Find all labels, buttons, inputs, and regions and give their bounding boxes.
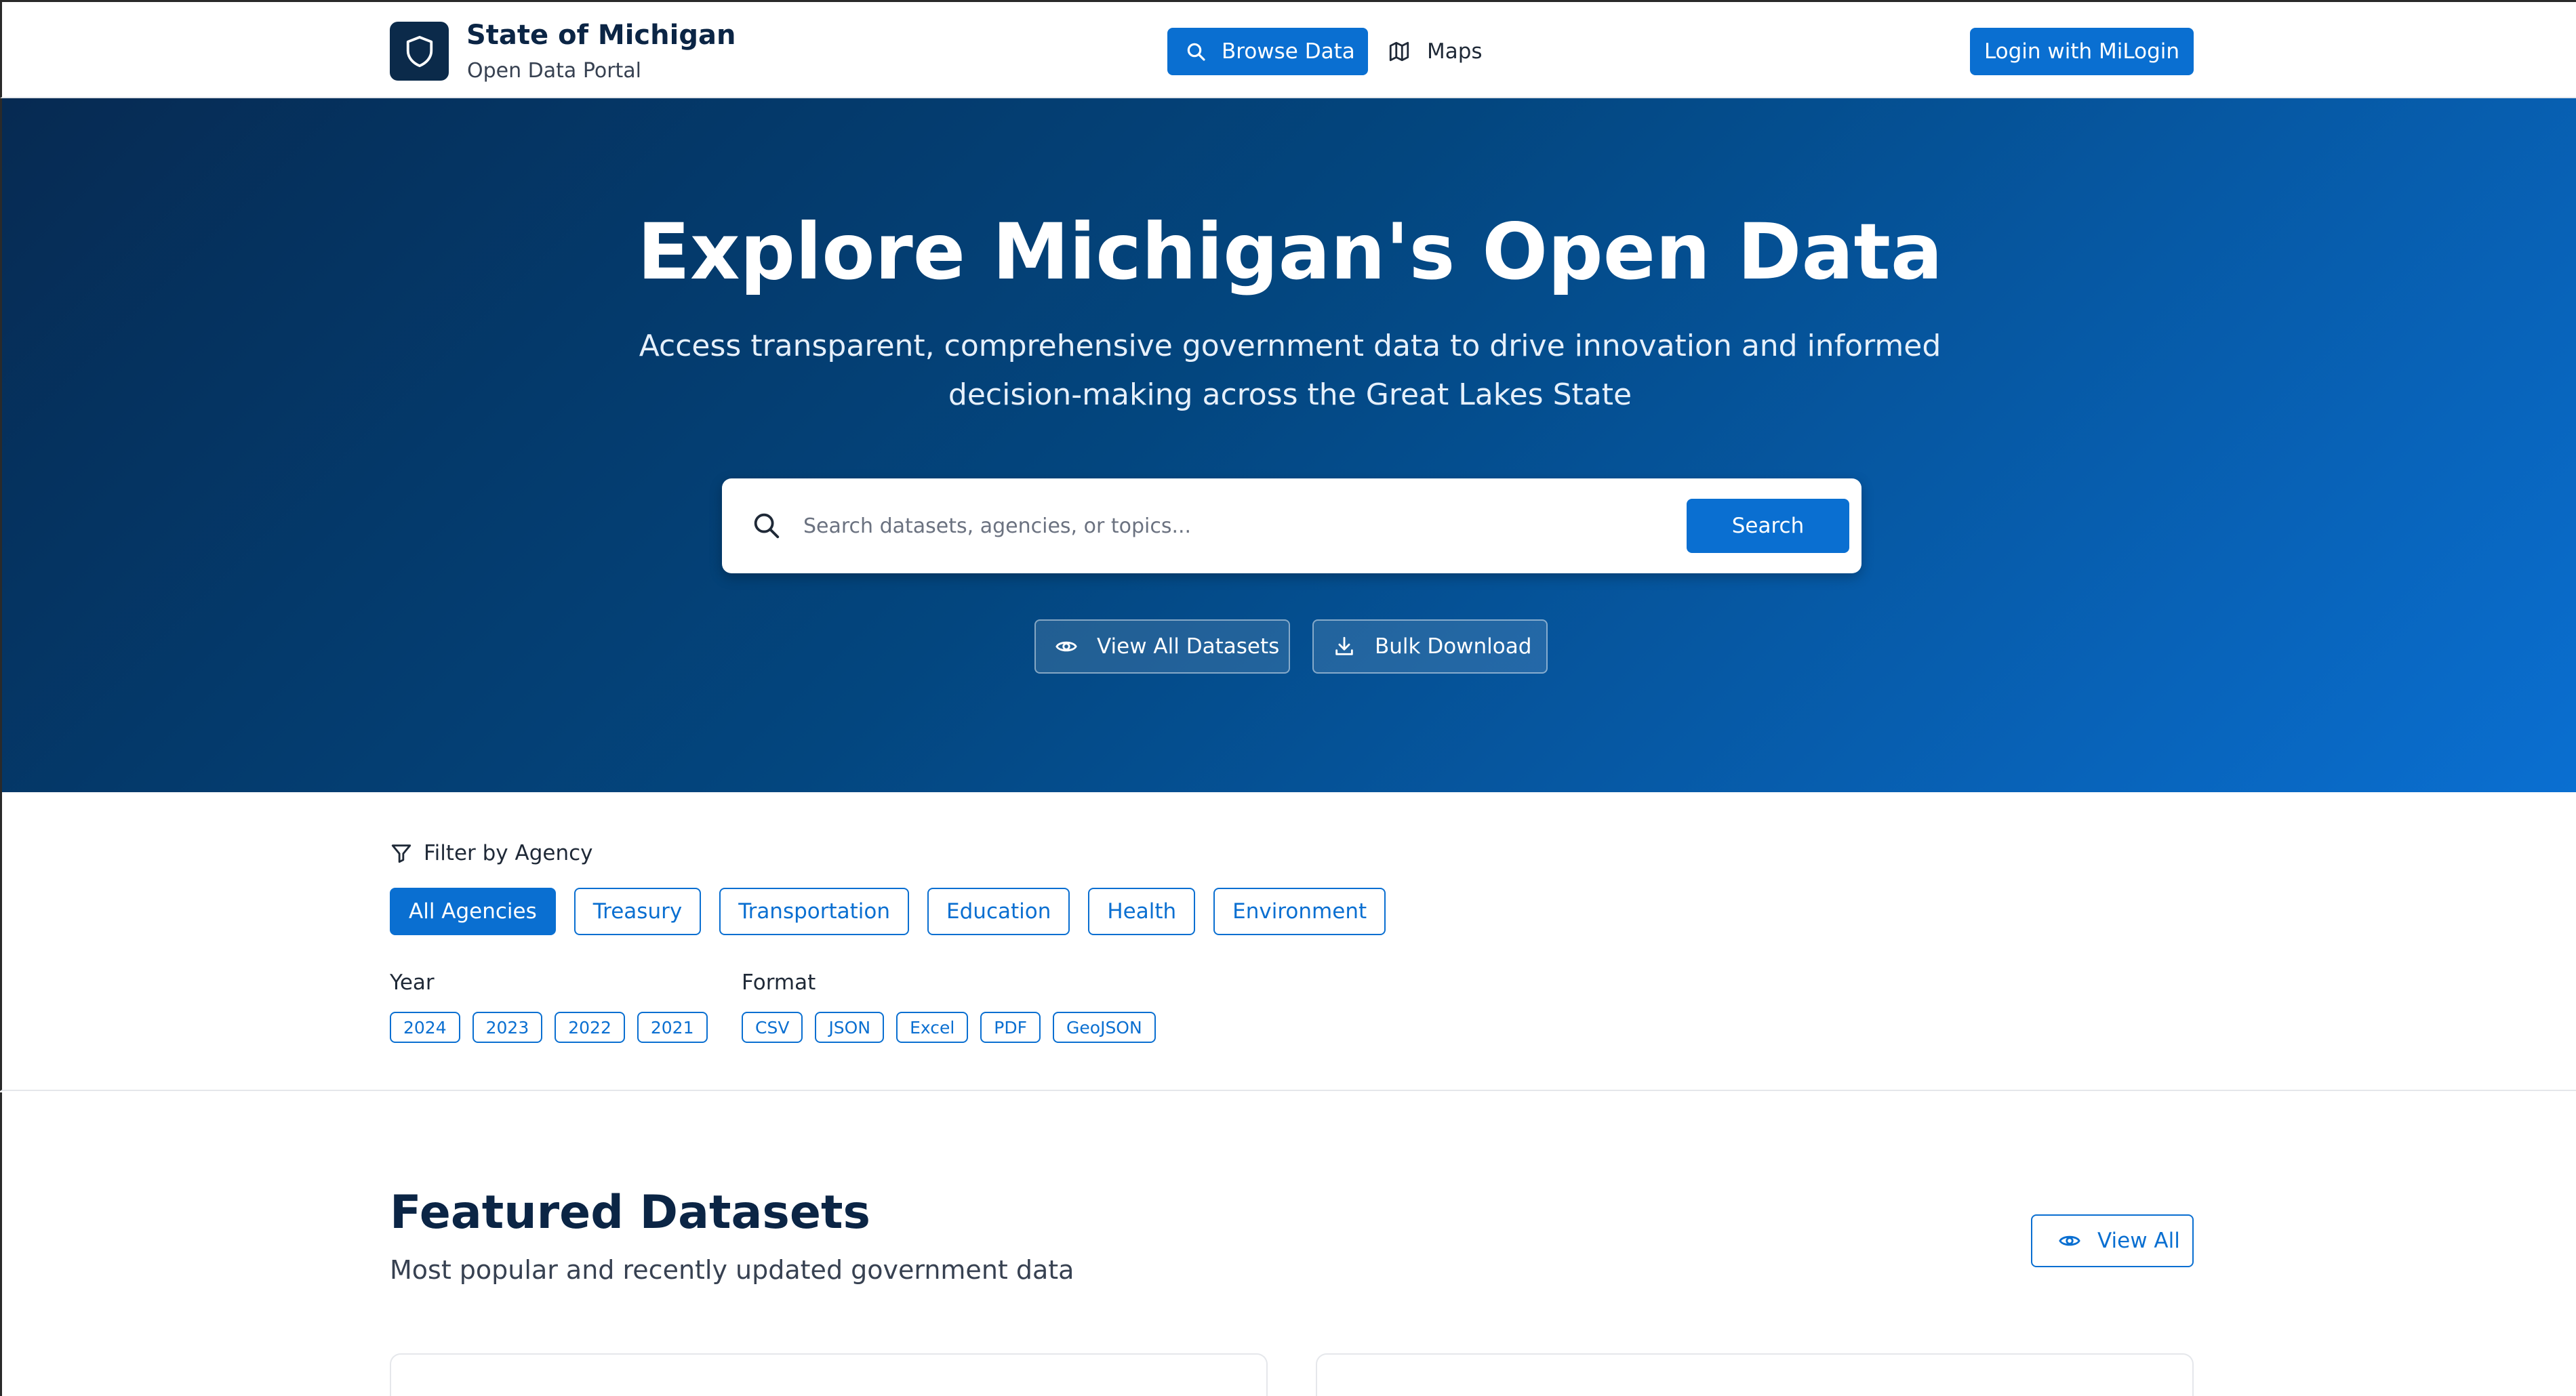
filter-by-agency: Filter by Agency xyxy=(390,841,593,865)
format-label: Format xyxy=(742,970,816,995)
search-bar: Search xyxy=(722,478,1861,573)
view-all-datasets-button[interactable]: View All Datasets xyxy=(1034,619,1290,674)
brand-subtitle: Open Data Portal xyxy=(467,59,642,83)
format-chips: CSV JSON Excel PDF GeoJSON xyxy=(742,1012,1156,1043)
agency-chips: All Agencies Treasury Transportation Edu… xyxy=(390,888,1386,935)
bulk-download-button[interactable]: Bulk Download xyxy=(1312,619,1548,674)
login-button[interactable]: Login with MiLogin xyxy=(1970,28,2194,75)
dataset-card[interactable] xyxy=(1316,1353,2194,1396)
filter-by-agency-label: Filter by Agency xyxy=(424,841,593,865)
featured-section: Featured Datasets Most popular and recen… xyxy=(0,1092,2576,1396)
agency-chip-education[interactable]: Education xyxy=(927,888,1070,935)
format-chip-pdf[interactable]: PDF xyxy=(980,1012,1041,1043)
agency-chip-all[interactable]: All Agencies xyxy=(390,888,556,935)
format-chip-csv[interactable]: CSV xyxy=(742,1012,803,1043)
agency-chip-health[interactable]: Health xyxy=(1088,888,1196,935)
map-icon xyxy=(1389,41,1409,62)
view-all-button[interactable]: View All xyxy=(2031,1214,2194,1267)
eye-icon xyxy=(1055,641,1077,652)
eye-icon xyxy=(2059,1235,2080,1246)
filter-section: Filter by Agency All Agencies Treasury T… xyxy=(0,792,2576,1091)
search-button[interactable]: Search xyxy=(1687,499,1849,553)
search-icon xyxy=(1187,43,1205,61)
agency-chip-transportation[interactable]: Transportation xyxy=(719,888,910,935)
agency-chip-environment[interactable]: Environment xyxy=(1213,888,1386,935)
download-icon xyxy=(1335,636,1353,655)
shield-icon xyxy=(406,35,432,67)
nav-maps[interactable]: Maps xyxy=(1388,28,1483,75)
year-chip-2022[interactable]: 2022 xyxy=(555,1012,625,1043)
year-chips: 2024 2023 2022 2021 xyxy=(390,1012,708,1043)
hero-section: Explore Michigan's Open Data Access tran… xyxy=(0,98,2576,792)
hero-subtitle: Access transparent, comprehensive govern… xyxy=(639,329,1941,412)
nav-browse-data[interactable]: Browse Data xyxy=(1167,28,1368,75)
nav-maps-label: Maps xyxy=(1427,39,1483,64)
format-chip-json[interactable]: JSON xyxy=(815,1012,885,1043)
year-chip-2023[interactable]: 2023 xyxy=(472,1012,543,1043)
nav-browse-label: Browse Data xyxy=(1222,39,1355,64)
hero-title: Explore Michigan's Open Data xyxy=(637,207,1943,297)
filter-icon xyxy=(391,844,411,863)
year-label: Year xyxy=(390,970,435,995)
search-input[interactable] xyxy=(803,499,1698,553)
format-chip-excel[interactable]: Excel xyxy=(896,1012,969,1043)
year-chip-2021[interactable]: 2021 xyxy=(637,1012,708,1043)
year-chip-2024[interactable]: 2024 xyxy=(390,1012,460,1043)
dataset-card[interactable] xyxy=(390,1353,1268,1396)
agency-chip-treasury[interactable]: Treasury xyxy=(573,888,702,935)
format-chip-geojson[interactable]: GeoJSON xyxy=(1053,1012,1156,1043)
search-icon xyxy=(754,513,780,539)
bulk-download-label: Bulk Download xyxy=(1375,634,1532,659)
view-all-datasets-label: View All Datasets xyxy=(1097,634,1280,659)
view-all-label: View All xyxy=(2097,1229,2180,1253)
brand-title[interactable]: State of Michigan xyxy=(466,20,736,51)
site-header: State of Michigan Open Data Portal Brows… xyxy=(0,0,2576,98)
shield-logo[interactable] xyxy=(390,22,449,81)
featured-subtitle: Most popular and recently updated govern… xyxy=(390,1255,1074,1285)
featured-title: Featured Datasets xyxy=(390,1186,870,1239)
